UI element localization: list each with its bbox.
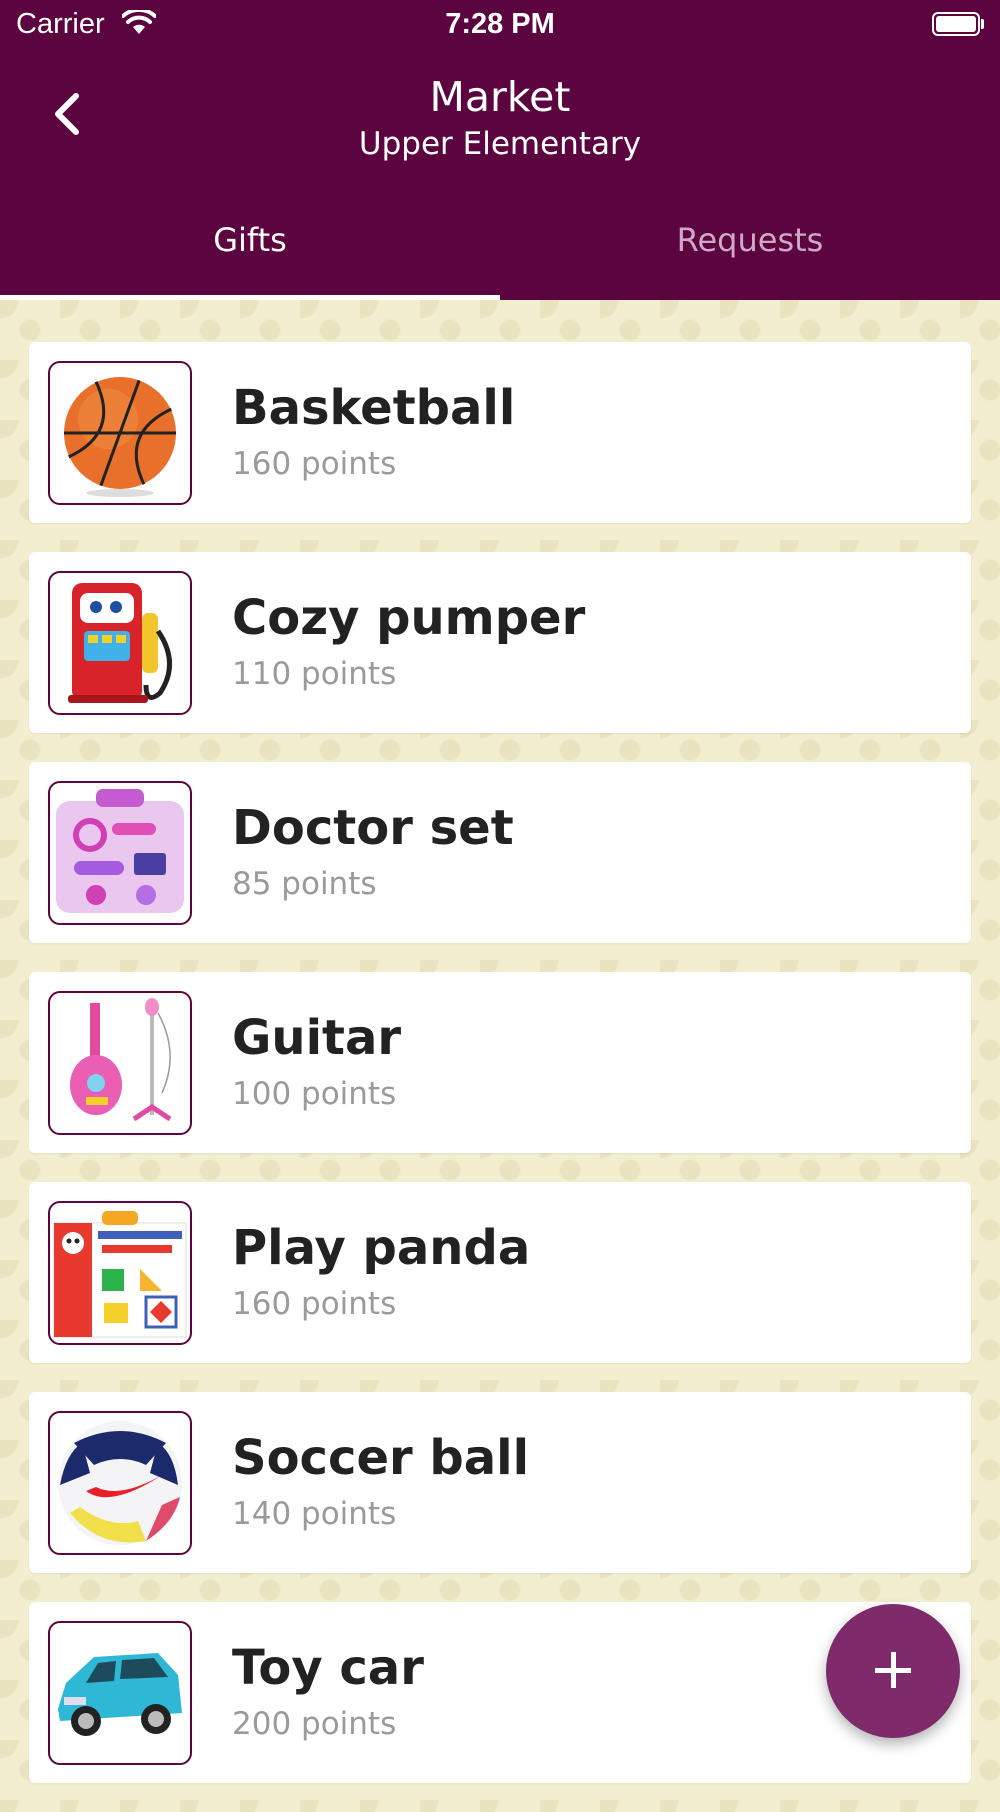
gift-image-cozy-pumper <box>48 571 192 715</box>
gift-points: 140 points <box>232 1496 397 1532</box>
gift-name: Doctor set <box>232 800 514 856</box>
page-subtitle: Upper Elementary <box>358 126 642 162</box>
gift-image-guitar <box>48 991 192 1135</box>
battery-icon <box>932 12 984 36</box>
gift-card-play-panda[interactable]: Play panda 160 points <box>29 1182 971 1363</box>
gift-points: 85 points <box>232 866 377 902</box>
gift-image-soccer-ball <box>48 1411 192 1555</box>
add-gift-button[interactable] <box>826 1604 960 1738</box>
gift-name: Play panda <box>232 1220 531 1276</box>
status-bar: Carrier 7:28 PM <box>0 0 1000 50</box>
gift-card-guitar[interactable]: Guitar 100 points <box>29 972 971 1153</box>
gift-card-cozy-pumper[interactable]: Cozy pumper 110 points <box>29 552 971 733</box>
gift-name: Basketball <box>232 380 516 436</box>
gift-card-doctor-set[interactable]: Doctor set 85 points <box>29 762 971 943</box>
tab-bar: Gifts Requests <box>0 200 1000 300</box>
gift-points: 200 points <box>232 1706 397 1742</box>
app-header: Carrier 7:28 PM Market Upper Elementary … <box>0 0 1000 300</box>
gift-image-play-panda <box>48 1201 192 1345</box>
title-block: Market Upper Elementary <box>0 72 1000 164</box>
gift-points: 110 points <box>232 656 397 692</box>
tab-gifts[interactable]: Gifts <box>0 200 500 300</box>
status-time: 7:28 PM <box>445 8 555 40</box>
tab-requests[interactable]: Requests <box>500 200 1000 300</box>
gift-name: Cozy pumper <box>232 590 586 646</box>
gift-points: 100 points <box>232 1076 397 1112</box>
gift-list: Basketball 160 points Cozy pumper 110 po… <box>29 342 971 1812</box>
gift-name: Toy car <box>232 1640 424 1696</box>
gift-image-basketball <box>48 361 192 505</box>
page-title: Market <box>429 73 571 121</box>
gift-name: Soccer ball <box>232 1430 530 1486</box>
gift-points: 160 points <box>232 1286 397 1322</box>
gift-points: 160 points <box>232 446 397 482</box>
gift-card-basketball[interactable]: Basketball 160 points <box>29 342 971 523</box>
gift-image-doctor-set <box>48 781 192 925</box>
gift-image-toy-car <box>48 1621 192 1765</box>
tab-selected-indicator <box>0 295 500 300</box>
gift-name: Guitar <box>232 1010 402 1066</box>
gift-card-soccer-ball[interactable]: Soccer ball 140 points <box>29 1392 971 1573</box>
